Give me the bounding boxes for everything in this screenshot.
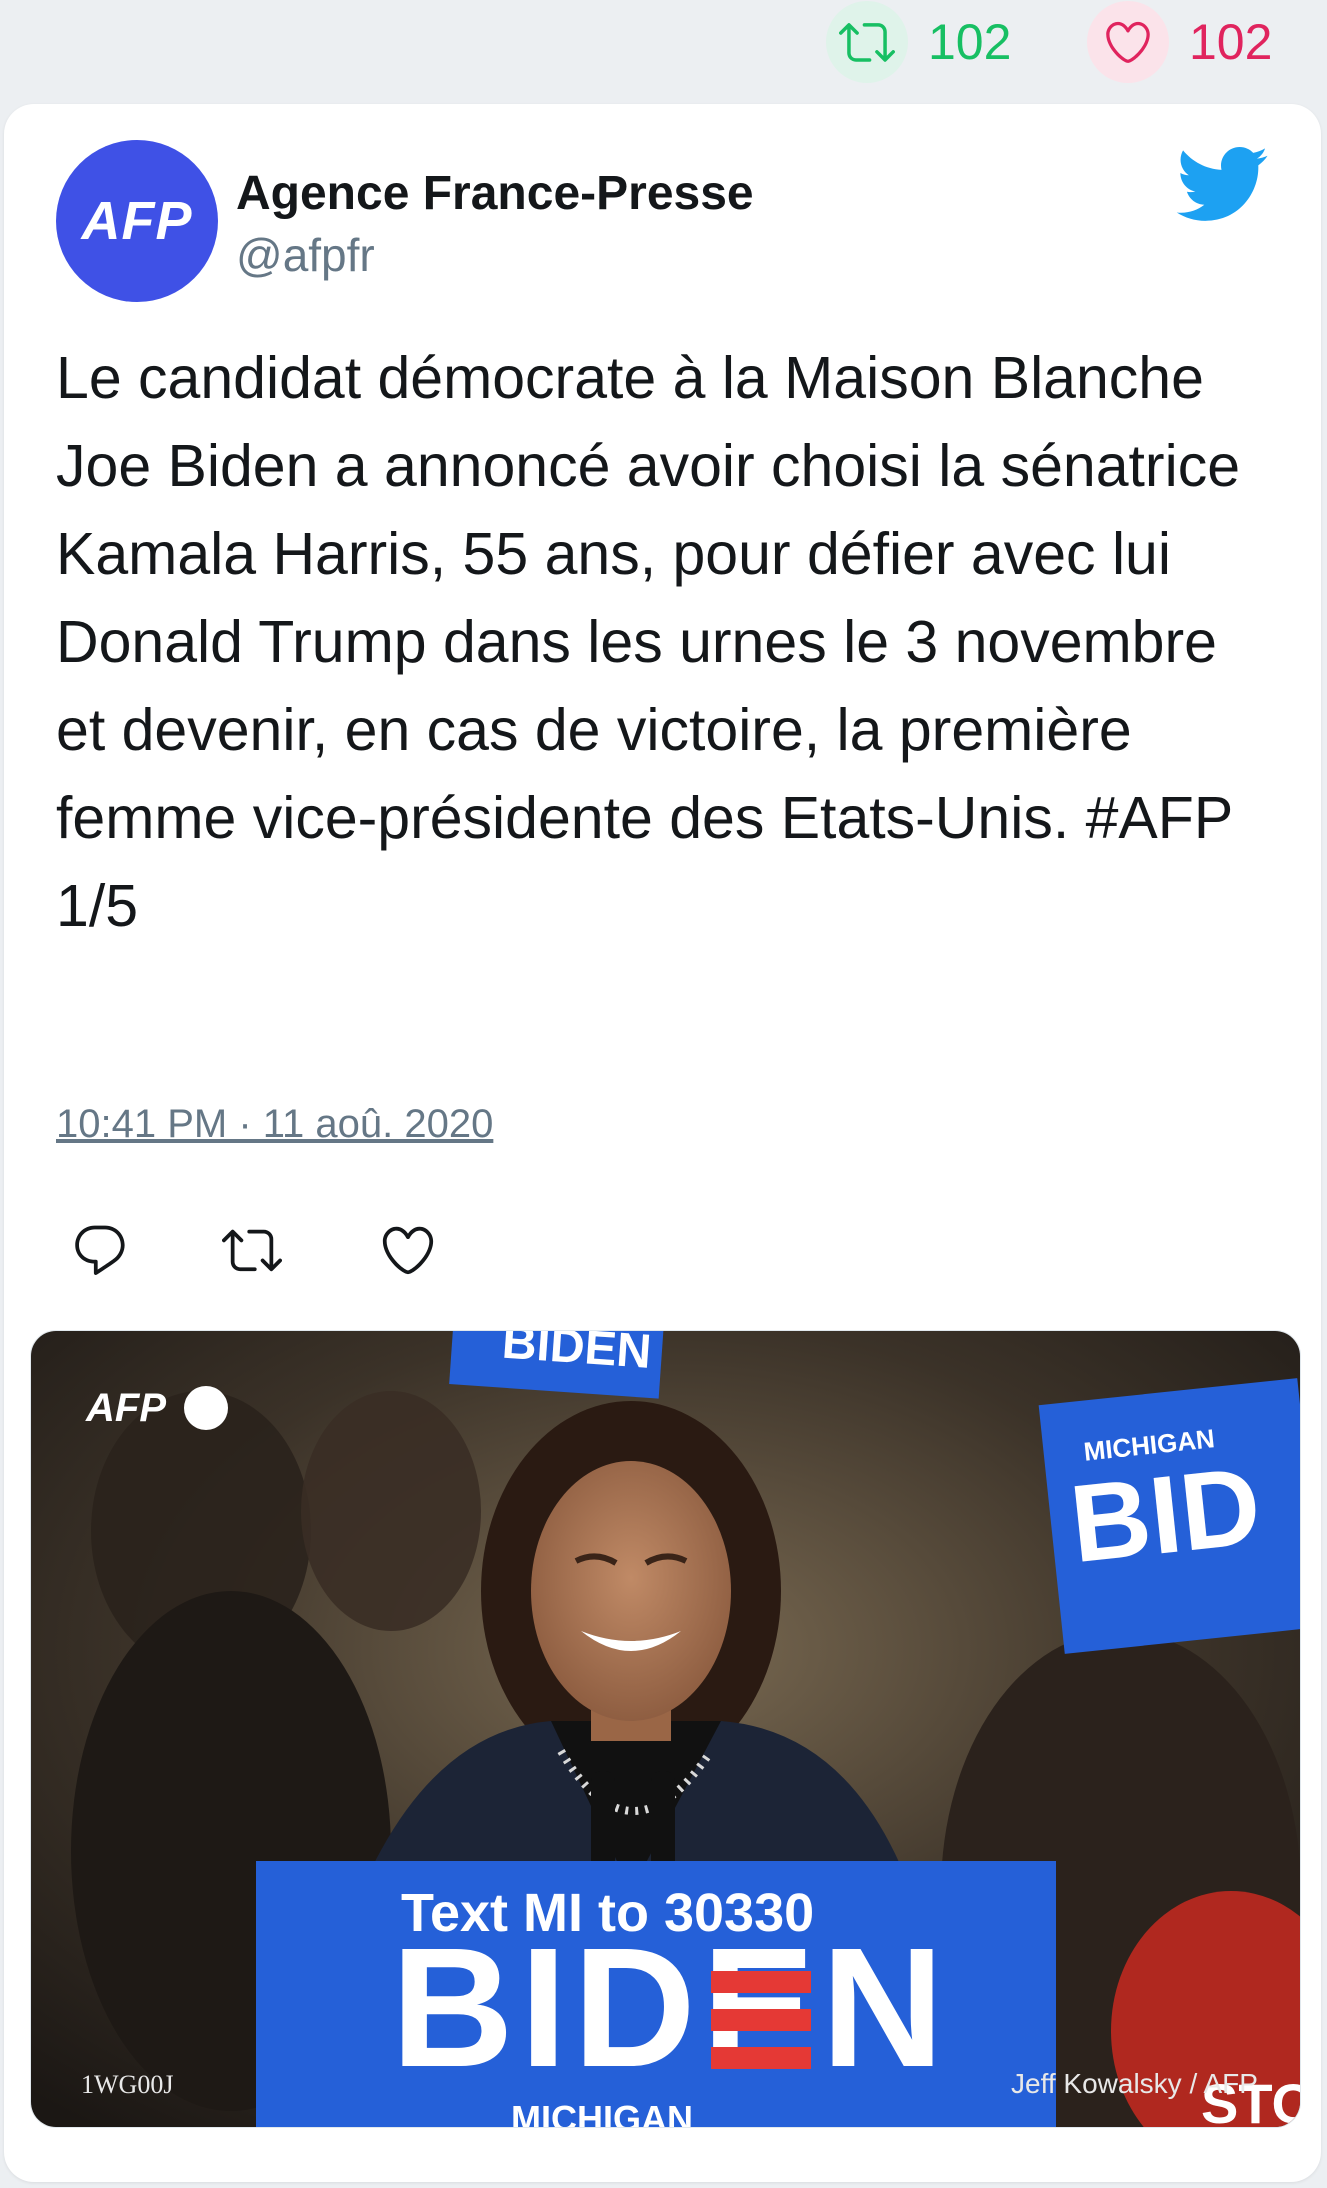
author-name[interactable]: Agence France-Presse bbox=[236, 166, 754, 221]
author-handle[interactable]: @afpfr bbox=[236, 228, 375, 282]
like-action-icon[interactable] bbox=[378, 1220, 438, 1280]
like-stat[interactable]: 102 bbox=[1087, 1, 1273, 83]
retweet-stat[interactable]: 102 bbox=[826, 1, 1012, 83]
avatar-logo-text: AFP bbox=[81, 191, 193, 251]
avatar[interactable]: AFP bbox=[56, 140, 218, 302]
podium-text-line2: BIDEN bbox=[391, 1913, 950, 2103]
photo-credit: Jeff Kowalsky / AFP bbox=[1011, 2068, 1258, 2099]
rally-photo: BIDEN MICHIGAN BID Text MI to 30330 BIDE… bbox=[31, 1331, 1300, 2127]
podium-text-line3: MICHIGAN bbox=[511, 2098, 693, 2127]
right-sign-text: BID bbox=[1065, 1444, 1266, 1586]
podium-red-stripe bbox=[711, 2009, 811, 2031]
afp-watermark-dot bbox=[184, 1386, 228, 1430]
like-count: 102 bbox=[1189, 14, 1273, 70]
reply-icon[interactable] bbox=[70, 1220, 130, 1280]
crowd-person bbox=[301, 1391, 481, 1631]
tweet-photo[interactable]: BIDEN MICHIGAN BID Text MI to 30330 BIDE… bbox=[30, 1330, 1301, 2128]
retweet-icon[interactable] bbox=[826, 1, 908, 83]
twitter-bird-icon[interactable] bbox=[1172, 144, 1270, 224]
heart-icon[interactable] bbox=[1087, 1, 1169, 83]
photo-id: 1WG00J bbox=[81, 2070, 173, 2099]
tweet-text: Le candidat démocrate à la Maison Blanch… bbox=[56, 345, 1241, 939]
retweet-action-icon[interactable] bbox=[222, 1220, 282, 1280]
tweet-card: AFP Agence France-Presse @afpfr Le candi… bbox=[4, 104, 1321, 2182]
retweet-count: 102 bbox=[928, 14, 1012, 70]
afp-watermark: AFP bbox=[85, 1386, 166, 1430]
top-stats-bar: 102 102 bbox=[0, 0, 1327, 100]
face bbox=[531, 1461, 731, 1721]
tweet-timestamp[interactable]: 10:41 PM · 11 aoû. 2020 bbox=[56, 1102, 493, 1147]
podium-red-stripe bbox=[711, 1971, 811, 1993]
podium-red-stripe bbox=[711, 2047, 811, 2069]
